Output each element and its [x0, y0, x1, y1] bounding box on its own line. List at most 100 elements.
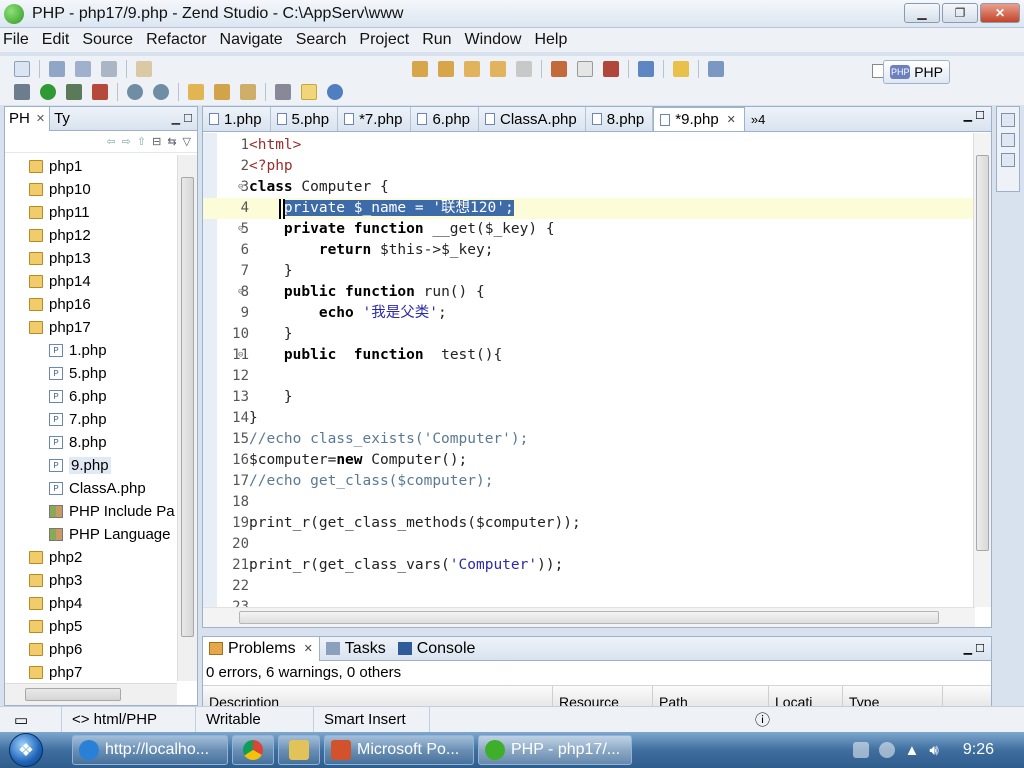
scrollbar-thumb[interactable] — [976, 155, 989, 551]
back-icon[interactable] — [490, 61, 506, 77]
tree-item-php3[interactable]: php3 — [5, 569, 177, 592]
taskbar-zend-studio[interactable]: PHP - php17/... — [478, 735, 632, 765]
tree-item-php11[interactable]: php11 — [5, 201, 177, 224]
save-icon[interactable] — [49, 61, 65, 77]
explorer-horizontal-scrollbar[interactable] — [5, 683, 177, 705]
start-button[interactable]: ❖ — [0, 732, 52, 768]
fold-toggle-icon[interactable]: ⊖ — [238, 219, 243, 240]
run-config-icon[interactable] — [66, 84, 82, 100]
editor-horizontal-scrollbar[interactable] — [203, 607, 975, 627]
forward-icon[interactable]: ⇨ — [122, 135, 131, 148]
column-path[interactable]: Path — [653, 686, 769, 706]
tree-item-8-php[interactable]: P 8.php — [5, 431, 177, 454]
editor-tab-8-php[interactable]: 8.php — [586, 107, 654, 131]
scrollbar-thumb[interactable] — [239, 611, 939, 624]
tree-item-php-language[interactable]: PHP Language — [5, 523, 177, 546]
tree-item-php16[interactable]: php16 — [5, 293, 177, 316]
tab-tasks[interactable]: Tasks — [320, 637, 392, 661]
panel-window-controls[interactable]: ▁ ☐ — [172, 112, 193, 125]
menu-run[interactable]: Run — [422, 31, 451, 49]
code-line[interactable]: 19 print_r(get_class_methods($computer)); — [203, 513, 975, 534]
editor-tab--7-php[interactable]: *7.php — [338, 107, 412, 131]
collapse-all-icon[interactable]: ⊟ — [152, 135, 161, 148]
code-line[interactable]: 4 private $_name = '联想120'; — [203, 198, 975, 219]
tree-item-php5[interactable]: php5 — [5, 615, 177, 638]
editor-tab--9-php[interactable]: *9.php ✕ — [653, 107, 745, 131]
link-editor-icon[interactable]: ⇆ — [167, 135, 176, 148]
code-line[interactable]: 14} — [203, 408, 975, 429]
editor-tab-5-php[interactable]: 5.php — [271, 107, 339, 131]
taskbar-powerpoint[interactable]: Microsoft Po... — [324, 735, 474, 765]
tree-item-9-php[interactable]: P 9.php — [5, 454, 177, 477]
tab-php-explorer[interactable]: PH ✕ — [5, 106, 51, 131]
menu-help[interactable]: Help — [534, 31, 567, 49]
fold-toggle-icon[interactable]: ⊖ — [238, 177, 243, 198]
tree-item-php17[interactable]: php17 — [5, 316, 177, 339]
tree-item-php2[interactable]: php2 — [5, 546, 177, 569]
menu-file[interactable]: File — [3, 31, 29, 49]
column-description[interactable]: Description — [203, 686, 553, 706]
menu-project[interactable]: Project — [359, 31, 409, 49]
editor-tab-classa-php[interactable]: ClassA.php — [479, 107, 586, 131]
tab-problems[interactable]: Problems ✕ — [203, 636, 320, 661]
code-line[interactable]: 2 <?php — [203, 156, 975, 177]
save-all-icon[interactable] — [75, 61, 91, 77]
code-line[interactable]: 8 ⊖ public function run() { — [203, 282, 975, 303]
scrollbar-thumb[interactable] — [25, 688, 121, 701]
code-line[interactable]: 1 <html> — [203, 135, 975, 156]
clock[interactable]: 9:26 — [963, 741, 994, 759]
server-icon[interactable] — [708, 61, 724, 77]
panel-window-controls[interactable]: ▁ ☐ — [964, 642, 985, 655]
show-hidden-icons-icon[interactable]: ▲ — [905, 742, 920, 759]
tree-item-php14[interactable]: php14 — [5, 270, 177, 293]
php-perspective-button[interactable]: PHP PHP — [883, 60, 950, 84]
menu-refactor[interactable]: Refactor — [146, 31, 206, 49]
tree-item-php4[interactable]: php4 — [5, 592, 177, 615]
tools-icon[interactable] — [603, 61, 619, 77]
tree-item-classa-php[interactable]: P ClassA.php — [5, 477, 177, 500]
open-type-icon[interactable] — [214, 84, 230, 100]
menu-search[interactable]: Search — [296, 31, 347, 49]
view-icon[interactable] — [1001, 153, 1015, 167]
profile-icon[interactable] — [92, 84, 108, 100]
tree-item-php1[interactable]: php1 — [5, 155, 177, 178]
run-icon[interactable] — [40, 84, 56, 100]
pen-icon[interactable] — [240, 84, 256, 100]
view-menu-icon[interactable]: ▽ — [183, 135, 191, 148]
scrollbar-thumb[interactable] — [181, 177, 194, 637]
minimize-button[interactable]: ▁ — [904, 3, 940, 23]
tree-item-5-php[interactable]: P 5.php — [5, 362, 177, 385]
last-edit-icon[interactable] — [464, 61, 480, 77]
editor-tab-6-php[interactable]: 6.php — [411, 107, 480, 131]
close-icon[interactable]: ✕ — [304, 642, 313, 655]
outline-icon[interactable] — [1001, 133, 1015, 147]
progress-icon[interactable]: ⓘ — [430, 707, 780, 733]
open-folder-icon[interactable] — [188, 84, 204, 100]
new-project-icon[interactable] — [136, 61, 152, 77]
tab-type-hierarchy[interactable]: Ty — [50, 107, 74, 131]
pin-icon[interactable] — [551, 61, 567, 77]
code-line[interactable]: 6 return $this->$_key; — [203, 240, 975, 261]
tree-item-php7[interactable]: php7 — [5, 661, 177, 683]
editor-vertical-scrollbar[interactable] — [973, 133, 991, 607]
column-resource[interactable]: Resource — [553, 686, 653, 706]
remote-icon[interactable] — [153, 84, 169, 100]
code-line[interactable]: 5 ⊖ private function __get($_key) { — [203, 219, 975, 240]
print-icon[interactable] — [101, 61, 117, 77]
debug-icon[interactable] — [14, 84, 30, 100]
tree-item-7-php[interactable]: P 7.php — [5, 408, 177, 431]
new-icon[interactable] — [14, 61, 30, 77]
editor-window-controls[interactable]: ▁ ☐ — [964, 109, 985, 122]
code-line[interactable]: 13 } — [203, 387, 975, 408]
fast-view-icon[interactable]: ▭ — [0, 706, 62, 733]
restore-icon[interactable] — [1001, 113, 1015, 127]
code-line[interactable]: 15//echo class_exists('Computer'); — [203, 429, 975, 450]
next-annotation-icon[interactable] — [412, 61, 428, 77]
code-area[interactable]: 1 <html> 2 <?php 3 ⊖ class Computer {4 private… — [203, 133, 975, 615]
toggle-icon[interactable] — [275, 84, 291, 100]
tree-item-php10[interactable]: php10 — [5, 178, 177, 201]
close-icon[interactable]: ✕ — [727, 113, 736, 126]
tree-item-php13[interactable]: php13 — [5, 247, 177, 270]
tab-console[interactable]: Console — [392, 637, 482, 661]
close-icon[interactable]: ✕ — [36, 112, 45, 125]
